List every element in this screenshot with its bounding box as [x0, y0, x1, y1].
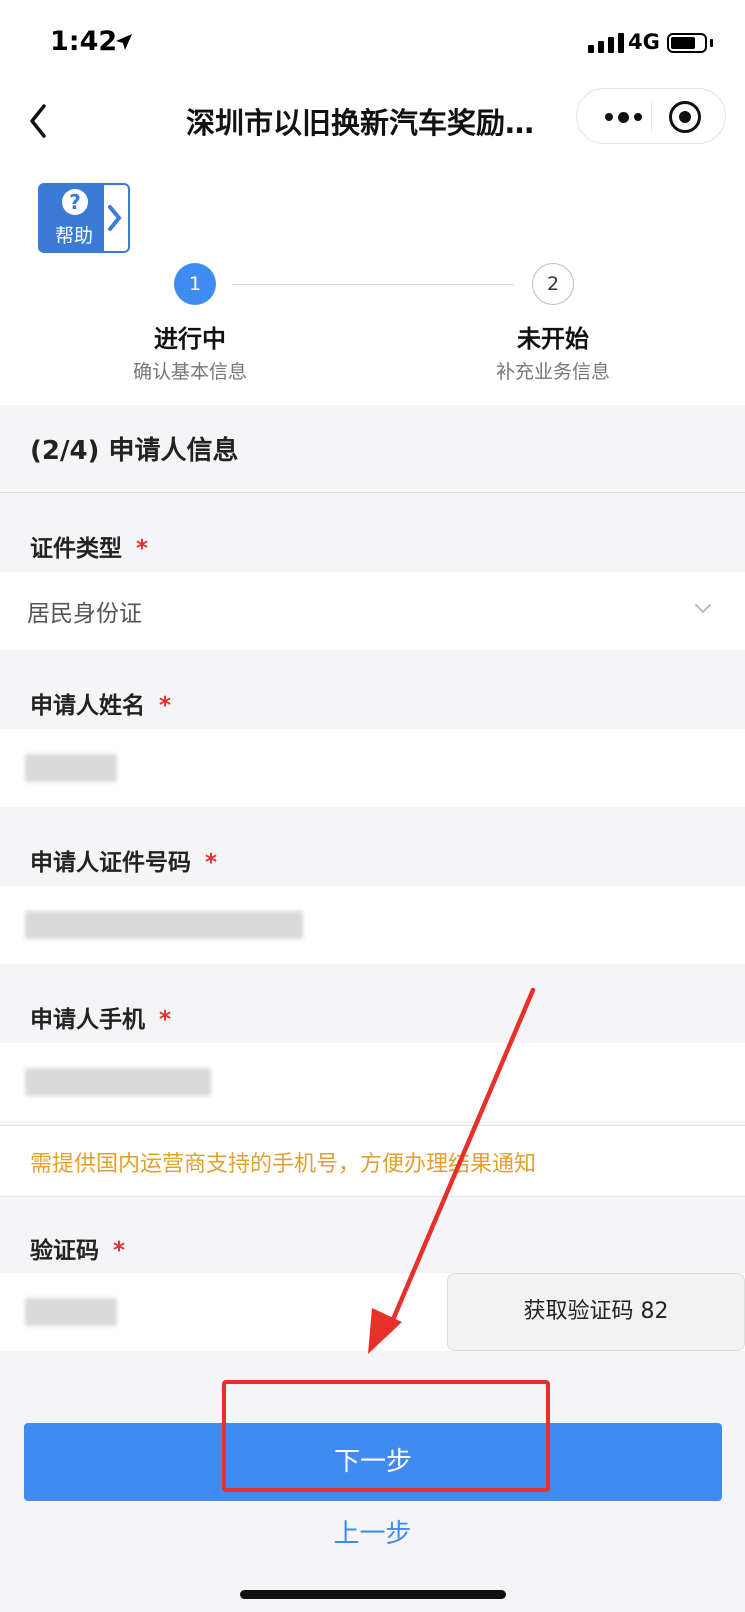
required-marker: * [205, 850, 218, 876]
get-code-button[interactable]: 获取验证码 82 [447, 1273, 745, 1351]
battery-cap [710, 39, 713, 47]
location-arrow-icon [116, 34, 132, 50]
id-number-label: 申请人证件号码 * [30, 843, 217, 877]
code-label-text: 验证码 [30, 1238, 99, 1264]
progress-steps: 1 2 进行中 确认基本信息 未开始 补充业务信息 [0, 255, 745, 400]
code-field[interactable]: 获取验证码 82 [0, 1273, 745, 1351]
step-2-desc: 补充业务信息 [495, 361, 610, 383]
miniapp-capsule [576, 88, 726, 144]
phone-notice: 需提供国内运营商支持的手机号，方便办理结果通知 [0, 1125, 745, 1197]
network-label: 4G [628, 30, 660, 54]
id-type-select[interactable]: 居民身份证 [0, 572, 745, 650]
step-1-indicator: 1 [174, 263, 216, 305]
name-label: 申请人姓名 * [30, 686, 171, 720]
redacted-code [25, 1298, 117, 1326]
help-panel: ? 帮助 [38, 183, 110, 253]
id-number-field[interactable] [0, 886, 745, 964]
code-label: 验证码 * [30, 1231, 125, 1265]
back-icon[interactable] [26, 96, 66, 146]
phone-label-text: 申请人手机 [30, 1007, 145, 1033]
required-marker: * [113, 1238, 126, 1264]
annotation-highlight-box [222, 1380, 550, 1492]
required-marker: * [159, 1007, 172, 1033]
page-title: 深圳市以旧换新汽车奖励… [186, 106, 535, 140]
name-label-text: 申请人姓名 [30, 693, 145, 719]
redacted-id-number [25, 911, 303, 939]
close-miniapp-icon[interactable] [669, 101, 701, 133]
help-label: 帮助 [54, 225, 93, 247]
section-title: (2/4) 申请人信息 [30, 436, 239, 466]
chevron-right-icon [108, 205, 122, 231]
step-2-status: 未开始 [517, 325, 589, 353]
step-connector [232, 284, 514, 285]
redacted-phone [25, 1068, 211, 1096]
help-button[interactable]: ? 帮助 [38, 183, 130, 253]
name-field[interactable] [0, 729, 745, 807]
status-bar: 1:42 4G [0, 0, 745, 88]
more-icon[interactable] [597, 89, 649, 145]
status-time: 1:42 [50, 26, 118, 57]
nav-bar: 深圳市以旧换新汽车奖励… [0, 88, 745, 160]
step-1-status: 进行中 [154, 325, 226, 353]
required-marker: * [136, 536, 149, 562]
capsule-divider [651, 103, 652, 131]
phone-field[interactable] [0, 1043, 745, 1121]
chevron-down-icon [695, 604, 711, 614]
signal-icon [588, 33, 624, 53]
help-expand-tab [104, 183, 130, 253]
battery-icon [667, 33, 707, 53]
id-type-label-text: 证件类型 [30, 536, 122, 562]
step-1-desc: 确认基本信息 [132, 361, 247, 383]
id-type-value: 居民身份证 [27, 601, 142, 627]
step-2-indicator: 2 [532, 263, 574, 305]
id-type-label: 证件类型 * [30, 529, 148, 563]
required-marker: * [159, 693, 172, 719]
phone-label: 申请人手机 * [30, 1000, 171, 1034]
prev-step-button[interactable]: 上一步 [0, 1513, 745, 1550]
section-header: (2/4) 申请人信息 [0, 405, 745, 493]
phone-notice-text: 需提供国内运营商支持的手机号，方便办理结果通知 [30, 1152, 537, 1177]
id-number-label-text: 申请人证件号码 [30, 850, 191, 876]
help-question-icon: ? [62, 189, 88, 215]
home-indicator [240, 1590, 506, 1599]
redacted-name [25, 754, 117, 782]
